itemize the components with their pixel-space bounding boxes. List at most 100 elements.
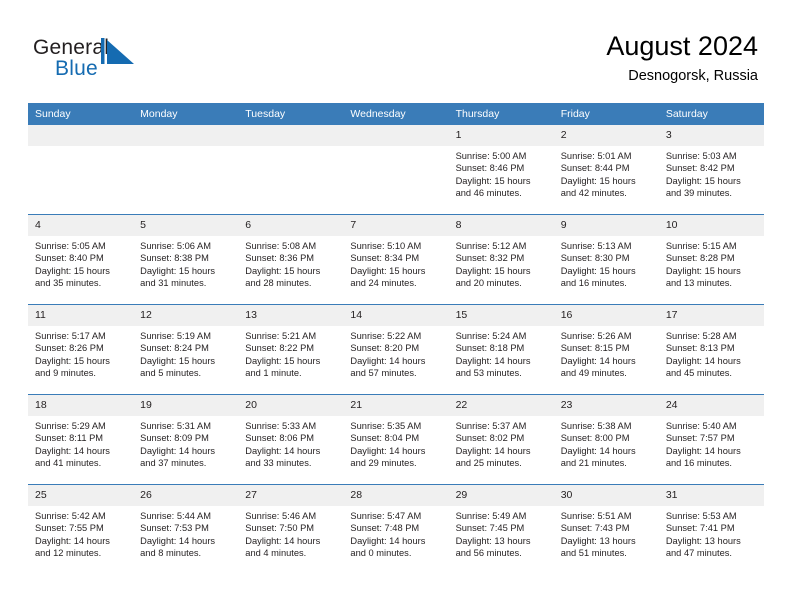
daylight-duration-line2: and 12 minutes. [35,547,102,558]
calendar-day-cell[interactable]: 16 Sunrise: 5:26 AM Sunset: 8:15 PM Dayligh… [553,304,659,395]
brand-logo[interactable]: General Blue [33,36,233,88]
calendar-day-cell[interactable]: 26 Sunrise: 5:44 AM Sunset: 7:53 PM Dayligh… [133,484,239,574]
sunrise-time: Sunrise: 5:37 AM [455,421,527,431]
daylight-duration-line1: Daylight: 14 hours [665,445,741,456]
calendar-day-cell[interactable]: 5 Sunrise: 5:06 AM Sunset: 8:38 PM Daylight… [133,214,239,305]
calendar-day-cell[interactable]: 10 Sunrise: 5:15 AM Sunset: 8:28 PM Dayligh… [658,214,764,305]
sunset-time: Sunset: 8:36 PM [245,253,315,264]
day-details: Sunrise: 5:00 AM Sunset: 8:46 PM Daylight:… [449,146,554,199]
sunset-time: Sunset: 8:15 PM [560,343,630,354]
daylight-duration-line2: and 49 minutes. [560,367,627,378]
title-block: August 2024 Desnogorsk, Russia [606,30,758,86]
day-details: Sunrise: 5:21 AM Sunset: 8:22 PM Daylight:… [238,326,343,379]
daylight-duration-line2: and 41 minutes. [35,457,102,468]
sunset-time: Sunset: 8:28 PM [665,253,735,264]
sunrise-time: Sunrise: 5:29 AM [35,421,106,431]
calendar-day-cell[interactable]: 1 Sunrise: 5:00 AM Sunset: 8:46 PM Daylight… [448,125,554,215]
calendar-day-cell[interactable]: 20 Sunrise: 5:33 AM Sunset: 8:06 PM Dayligh… [238,394,344,485]
daylight-duration-line2: and 13 minutes. [665,277,732,288]
day-details: Sunrise: 5:08 AM Sunset: 8:36 PM Daylight:… [238,236,343,289]
day-number: 15 [448,305,554,326]
calendar-day-cell[interactable]: 8 Sunrise: 5:12 AM Sunset: 8:32 PM Daylight… [448,214,554,305]
sunrise-time: Sunrise: 5:46 AM [245,511,317,521]
sunset-time: Sunset: 8:24 PM [140,343,209,354]
calendar-day-cell[interactable]: 13 Sunrise: 5:21 AM Sunset: 8:22 PM Dayligh… [238,304,344,395]
daylight-duration-line1: Daylight: 14 hours [245,445,321,456]
calendar-day-cell[interactable]: 6 Sunrise: 5:08 AM Sunset: 8:36 PM Daylight… [238,214,344,305]
sunset-time: Sunset: 8:40 PM [35,253,104,264]
calendar-day-cell[interactable]: 17 Sunrise: 5:28 AM Sunset: 8:13 PM Dayligh… [658,304,764,395]
daylight-duration-line2: and 0 minutes. [350,547,412,558]
calendar-day-cell[interactable]: 12 Sunrise: 5:19 AM Sunset: 8:24 PM Dayligh… [133,304,239,395]
day-details: Sunrise: 5:38 AM Sunset: 8:00 PM Daylight:… [554,416,659,469]
weekday-header-monday: Monday [133,103,239,125]
calendar-day-cell[interactable]: 11 Sunrise: 5:17 AM Sunset: 8:26 PM Dayligh… [28,304,134,395]
calendar-day-cell[interactable]: 27 Sunrise: 5:46 AM Sunset: 7:50 PM Dayligh… [238,484,344,574]
calendar-day-cell[interactable]: 30 Sunrise: 5:51 AM Sunset: 7:43 PM Dayligh… [553,484,659,574]
weekday-header-sunday: Sunday [28,103,134,125]
day-number: 1 [448,125,554,146]
daylight-duration-line1: Daylight: 15 hours [665,265,741,276]
calendar-day-cell[interactable]: 4 Sunrise: 5:05 AM Sunset: 8:40 PM Daylight… [28,214,134,305]
daylight-duration-line1: Daylight: 14 hours [455,355,531,366]
daylight-duration-line1: Daylight: 14 hours [560,445,636,456]
calendar-body: 1 Sunrise: 5:00 AM Sunset: 8:46 PM Daylight… [28,125,764,574]
day-details: Sunrise: 5:19 AM Sunset: 8:24 PM Daylight:… [133,326,238,379]
daylight-duration-line1: Daylight: 15 hours [35,355,110,366]
sunset-time: Sunset: 8:18 PM [455,343,525,354]
day-details: Sunrise: 5:40 AM Sunset: 7:57 PM Daylight:… [659,416,764,469]
calendar-day-cell[interactable]: 23 Sunrise: 5:38 AM Sunset: 8:00 PM Dayligh… [553,394,659,485]
day-number: 14 [343,305,449,326]
daylight-duration-line2: and 4 minutes. [245,547,307,558]
daylight-duration-line1: Daylight: 14 hours [350,445,426,456]
calendar-week-row: 25 Sunrise: 5:42 AM Sunset: 7:55 PM Dayligh… [28,484,764,574]
day-details: Sunrise: 5:47 AM Sunset: 7:48 PM Daylight:… [343,506,448,559]
weekday-header-row: Sunday Monday Tuesday Wednesday Thursday… [28,103,764,125]
day-number: 24 [658,395,764,416]
calendar-day-cell[interactable]: 21 Sunrise: 5:35 AM Sunset: 8:04 PM Dayligh… [343,394,449,485]
calendar-day-cell-empty [133,125,239,215]
calendar-day-cell[interactable]: 31 Sunrise: 5:53 AM Sunset: 7:41 PM Dayligh… [658,484,764,574]
calendar-day-cell[interactable]: 14 Sunrise: 5:22 AM Sunset: 8:20 PM Dayligh… [343,304,449,395]
calendar-day-cell[interactable]: 25 Sunrise: 5:42 AM Sunset: 7:55 PM Dayligh… [28,484,134,574]
sunrise-sunset-calendar: Sunday Monday Tuesday Wednesday Thursday… [28,103,764,574]
daylight-duration-line2: and 16 minutes. [665,457,732,468]
daylight-duration-line1: Daylight: 14 hours [455,445,531,456]
sunset-time: Sunset: 8:13 PM [665,343,735,354]
sunset-time: Sunset: 8:38 PM [140,253,209,264]
day-number: 17 [658,305,764,326]
daylight-duration-line2: and 42 minutes. [560,187,627,198]
calendar-day-cell[interactable]: 18 Sunrise: 5:29 AM Sunset: 8:11 PM Dayligh… [28,394,134,485]
calendar-day-cell[interactable]: 15 Sunrise: 5:24 AM Sunset: 8:18 PM Dayligh… [448,304,554,395]
calendar-day-cell[interactable]: 7 Sunrise: 5:10 AM Sunset: 8:34 PM Daylight… [343,214,449,305]
page-title: August 2024 [606,31,758,61]
sunrise-time: Sunrise: 5:42 AM [35,511,106,521]
calendar-day-cell[interactable]: 2 Sunrise: 5:01 AM Sunset: 8:44 PM Daylight… [553,125,659,215]
daylight-duration-line2: and 5 minutes. [140,367,202,378]
location-subtitle: Desnogorsk, Russia [628,68,758,84]
day-details: Sunrise: 5:37 AM Sunset: 8:02 PM Daylight:… [449,416,554,469]
day-number: 3 [658,125,764,146]
day-details: Sunrise: 5:01 AM Sunset: 8:44 PM Daylight:… [554,146,659,199]
calendar-day-cell[interactable]: 28 Sunrise: 5:47 AM Sunset: 7:48 PM Dayligh… [343,484,449,574]
sunset-time: Sunset: 7:45 PM [455,523,525,534]
sunrise-time: Sunrise: 5:44 AM [140,511,211,521]
day-number: 8 [448,215,554,236]
day-number: 22 [448,395,554,416]
calendar-day-cell[interactable]: 24 Sunrise: 5:40 AM Sunset: 7:57 PM Dayligh… [658,394,764,485]
calendar-day-cell[interactable]: 29 Sunrise: 5:49 AM Sunset: 7:45 PM Dayligh… [448,484,554,574]
sunset-time: Sunset: 7:57 PM [665,433,735,444]
day-details: Sunrise: 5:33 AM Sunset: 8:06 PM Daylight:… [238,416,343,469]
day-details: Sunrise: 5:24 AM Sunset: 8:18 PM Daylight:… [449,326,554,379]
sunrise-time: Sunrise: 5:08 AM [245,241,317,251]
sunrise-time: Sunrise: 5:22 AM [350,331,422,341]
sunrise-time: Sunrise: 5:33 AM [245,421,317,431]
calendar-day-cell[interactable]: 19 Sunrise: 5:31 AM Sunset: 8:09 PM Dayligh… [133,394,239,485]
calendar-day-cell[interactable]: 9 Sunrise: 5:13 AM Sunset: 8:30 PM Daylight… [553,214,659,305]
daylight-duration-line1: Daylight: 15 hours [245,265,321,276]
daylight-duration-line2: and 29 minutes. [350,457,417,468]
calendar-day-cell-empty [238,125,344,215]
calendar-day-cell[interactable]: 3 Sunrise: 5:03 AM Sunset: 8:42 PM Daylight… [658,125,764,215]
sunrise-time: Sunrise: 5:24 AM [455,331,527,341]
calendar-day-cell[interactable]: 22 Sunrise: 5:37 AM Sunset: 8:02 PM Dayligh… [448,394,554,485]
